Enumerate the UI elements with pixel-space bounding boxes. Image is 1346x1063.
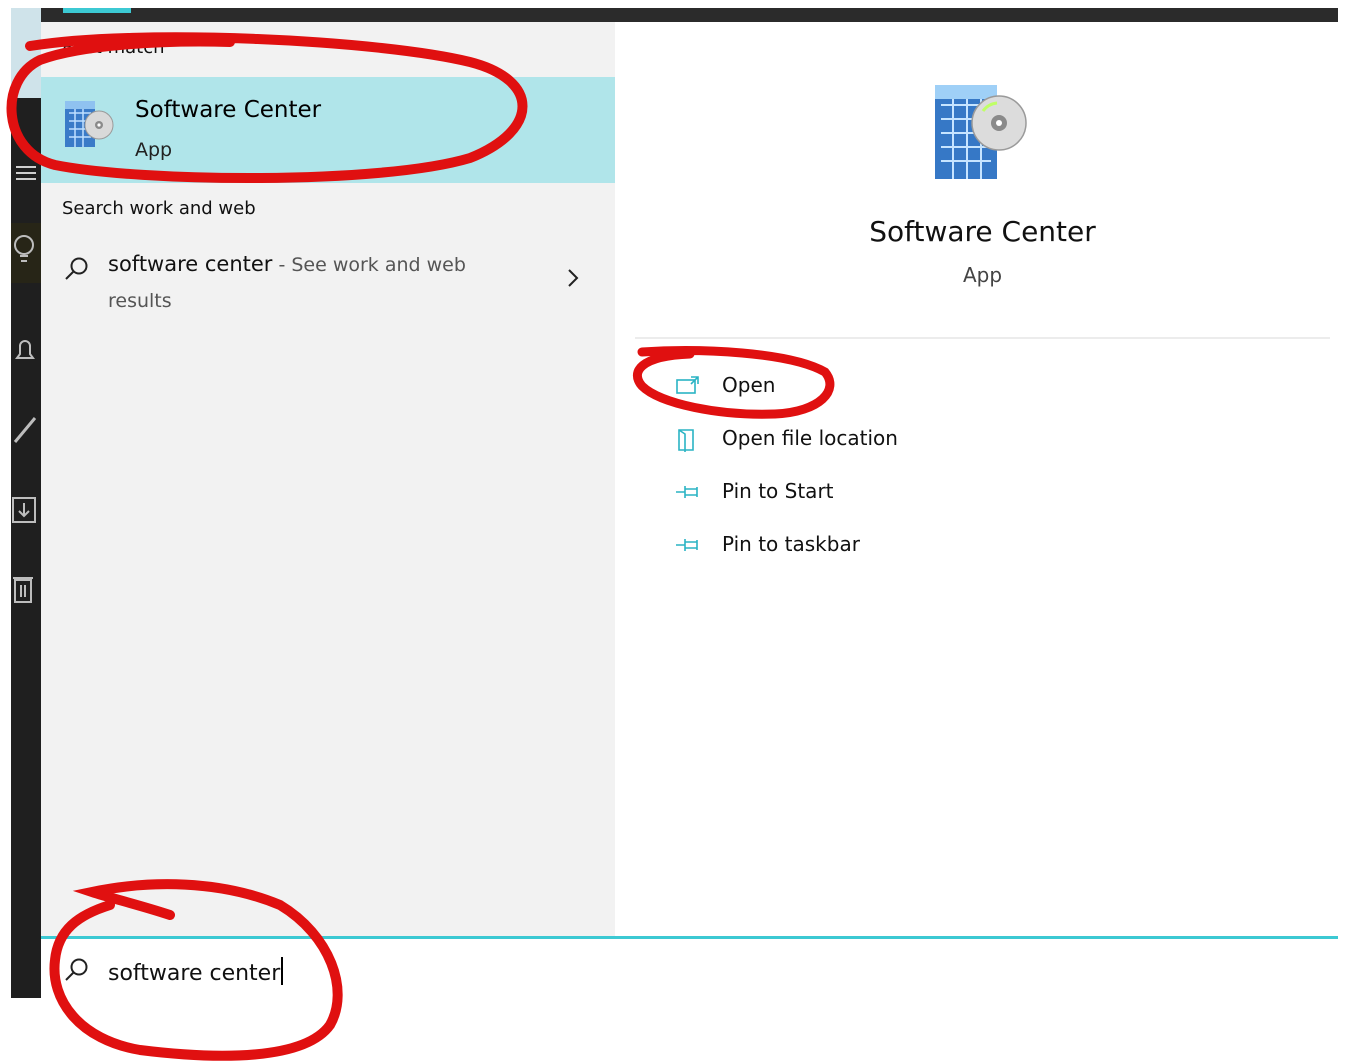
open-action[interactable]: Open [675,369,1075,405]
start-search-screen: Best match Software Center App Search wo… [0,0,1346,1063]
active-tab-indicator [63,8,131,13]
window-thumbnail [11,8,41,98]
open-file-location-action[interactable]: Open file location [675,422,1075,458]
preview-card: Software Center App [635,43,1330,339]
web-search-hint-continued: results [108,290,172,312]
trash-icon[interactable] [11,568,41,608]
software-center-large-icon [931,81,1031,185]
preview-type: App [962,263,1003,287]
best-match-header: Best match [62,37,165,58]
pin-to-start-action[interactable]: Pin to Start [675,475,1075,511]
web-search-result[interactable]: software center - See work and web resul… [41,244,615,324]
pin-to-taskbar-action[interactable]: Pin to taskbar [675,528,1075,564]
pin-icon [676,486,698,498]
file-location-icon [678,429,694,452]
software-center-icon [63,97,115,155]
results-pane: Best match Software Center App Search wo… [41,22,615,936]
open-label: Open [722,373,776,397]
hamburger-menu-icon[interactable] [11,153,41,193]
bell-icon[interactable] [11,330,41,370]
open-file-location-label: Open file location [722,426,898,450]
pin-icon [676,539,698,551]
search-work-web-header: Search work and web [62,198,256,219]
search-icon [63,256,89,286]
chevron-right-icon[interactable] [565,266,581,296]
result-type: App [135,139,173,161]
lightbulb-icon[interactable] [11,223,41,283]
pin-to-taskbar-label: Pin to taskbar [722,532,860,556]
download-icon[interactable] [11,490,41,530]
web-search-query: software center [108,252,273,276]
pin-to-start-label: Pin to Start [722,479,834,503]
search-box[interactable]: software center [41,936,1338,999]
best-match-result[interactable]: Software Center App [41,77,615,183]
left-taskbar [11,8,41,998]
open-icon [676,376,699,394]
text-caret [281,957,284,985]
preview-title: Software Center [869,215,1096,248]
search-icon [63,957,89,987]
search-input[interactable]: software center [108,961,280,986]
web-search-hint: - See work and web [272,254,466,276]
result-title: Software Center [135,97,322,123]
preview-pane: Software Center App Open Open file locat… [635,43,1330,936]
pen-icon[interactable] [11,408,41,448]
top-bar [41,8,1338,22]
